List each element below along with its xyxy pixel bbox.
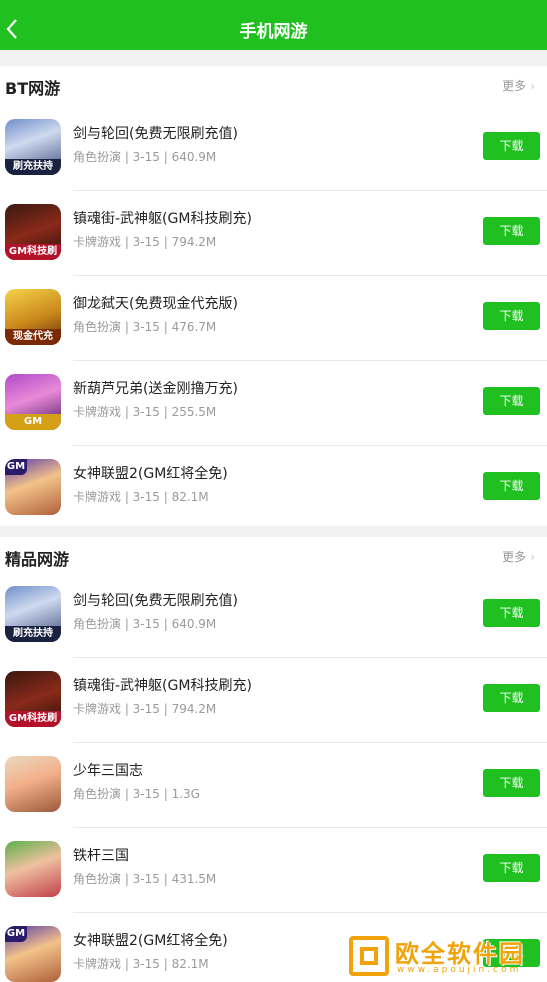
game-icon xyxy=(5,841,61,897)
game-meta: 角色扮演 | 3-15 | 431.5M xyxy=(73,872,217,886)
section-title: 精品网游 xyxy=(5,550,70,569)
list-item[interactable]: 刷充扶持 剑与轮回(免费无限刷充值) 角色扮演 | 3-15 | 640.9M … xyxy=(0,106,547,191)
list-item[interactable]: 现金代充 御龙弑天(免费现金代充版) 角色扮演 | 3-15 | 476.7M … xyxy=(0,276,547,361)
section-title: BT网游 xyxy=(5,79,61,98)
game-name: 镇魂街-武神躯(GM科技刷充) xyxy=(73,678,252,694)
game-icon: 现金代充 xyxy=(5,289,61,345)
download-button[interactable]: 下载 xyxy=(483,854,540,882)
game-name: 剑与轮回(免费无限刷充值) xyxy=(73,126,238,142)
game-name: 御龙弑天(免费现金代充版) xyxy=(73,296,238,312)
game-meta: 角色扮演 | 3-15 | 1.3G xyxy=(73,787,200,801)
download-button[interactable]: 下载 xyxy=(483,217,540,245)
more-link[interactable]: 更多 › xyxy=(502,77,535,94)
game-name: 剑与轮回(免费无限刷充值) xyxy=(73,593,238,609)
game-icon: GM科技刷充 xyxy=(5,204,61,260)
watermark: 欧全软件园 www.apoujin.com xyxy=(349,936,541,978)
more-label: 更多 xyxy=(502,79,527,93)
game-icon: 刷充扶持 xyxy=(5,586,61,642)
game-meta: 角色扮演 | 3-15 | 640.9M xyxy=(73,150,217,164)
section-bt-games: BT网游 更多 › 刷充扶持 剑与轮回(免费无限刷充值) 角色扮演 | 3-15 … xyxy=(0,66,547,526)
game-name: 镇魂街-武神躯(GM科技刷充) xyxy=(73,211,252,227)
section-header: 精品网游 更多 › xyxy=(0,537,547,577)
game-name: 女神联盟2(GM红将全免) xyxy=(73,466,228,482)
page-title: 手机网游 xyxy=(239,22,308,42)
list-item[interactable]: 少年三国志 角色扮演 | 3-15 | 1.3G 下载 xyxy=(0,743,547,828)
download-button[interactable]: 下载 xyxy=(483,302,540,330)
list-item[interactable]: 铁杆三国 角色扮演 | 3-15 | 431.5M 下载 xyxy=(0,828,547,913)
game-meta: 卡牌游戏 | 3-15 | 82.1M xyxy=(73,957,209,971)
list-item[interactable]: GM 女神联盟2(GM红将全免) 卡牌游戏 | 3-15 | 82.1M 下载 xyxy=(0,446,547,531)
top-bar: 手机网游 xyxy=(0,8,547,50)
chevron-right-icon: › xyxy=(530,550,535,564)
section-premium-games: 精品网游 更多 › 刷充扶持 剑与轮回(免费无限刷充值) 角色扮演 | 3-15 … xyxy=(0,537,547,982)
download-button[interactable]: 下载 xyxy=(483,769,540,797)
game-meta: 卡牌游戏 | 3-15 | 794.2M xyxy=(73,702,217,716)
download-button[interactable]: 下载 xyxy=(483,387,540,415)
game-name: 新葫芦兄弟(送金刚撸万充) xyxy=(73,381,238,397)
game-meta: 角色扮演 | 3-15 | 640.9M xyxy=(73,617,217,631)
chevron-right-icon: › xyxy=(530,79,535,93)
watermark-logo-icon xyxy=(349,936,389,976)
game-icon xyxy=(5,756,61,812)
game-icon: GM xyxy=(5,459,61,515)
list-item[interactable]: GM 新葫芦兄弟(送金刚撸万充) 卡牌游戏 | 3-15 | 255.5M 下载 xyxy=(0,361,547,446)
list-item[interactable]: GM科技刷充 镇魂街-武神躯(GM科技刷充) 卡牌游戏 | 3-15 | 794… xyxy=(0,658,547,743)
list-item[interactable]: GM科技刷充 镇魂街-武神躯(GM科技刷充) 卡牌游戏 | 3-15 | 794… xyxy=(0,191,547,276)
game-icon: GM xyxy=(5,926,61,982)
section-header: BT网游 更多 › xyxy=(0,66,547,106)
download-button[interactable]: 下载 xyxy=(483,132,540,160)
game-meta: 卡牌游戏 | 3-15 | 82.1M xyxy=(73,490,209,504)
watermark-sub: www.apoujin.com xyxy=(397,965,522,975)
more-label: 更多 xyxy=(502,550,527,564)
more-link[interactable]: 更多 › xyxy=(502,548,535,565)
download-button[interactable]: 下载 xyxy=(483,684,540,712)
watermark-text: 欧全软件园 xyxy=(395,940,525,968)
game-name: 少年三国志 xyxy=(73,763,143,779)
list-item[interactable]: 刷充扶持 剑与轮回(免费无限刷充值) 角色扮演 | 3-15 | 640.9M … xyxy=(0,573,547,658)
game-icon: GM xyxy=(5,374,61,430)
game-meta: 卡牌游戏 | 3-15 | 794.2M xyxy=(73,235,217,249)
status-bar xyxy=(0,0,547,8)
game-icon: GM科技刷充 xyxy=(5,671,61,727)
game-meta: 角色扮演 | 3-15 | 476.7M xyxy=(73,320,217,334)
game-meta: 卡牌游戏 | 3-15 | 255.5M xyxy=(73,405,217,419)
game-name: 铁杆三国 xyxy=(73,848,129,864)
game-icon: 刷充扶持 xyxy=(5,119,61,175)
download-button[interactable]: 下载 xyxy=(483,599,540,627)
download-button[interactable]: 下载 xyxy=(483,472,540,500)
game-name: 女神联盟2(GM红将全免) xyxy=(73,933,228,949)
